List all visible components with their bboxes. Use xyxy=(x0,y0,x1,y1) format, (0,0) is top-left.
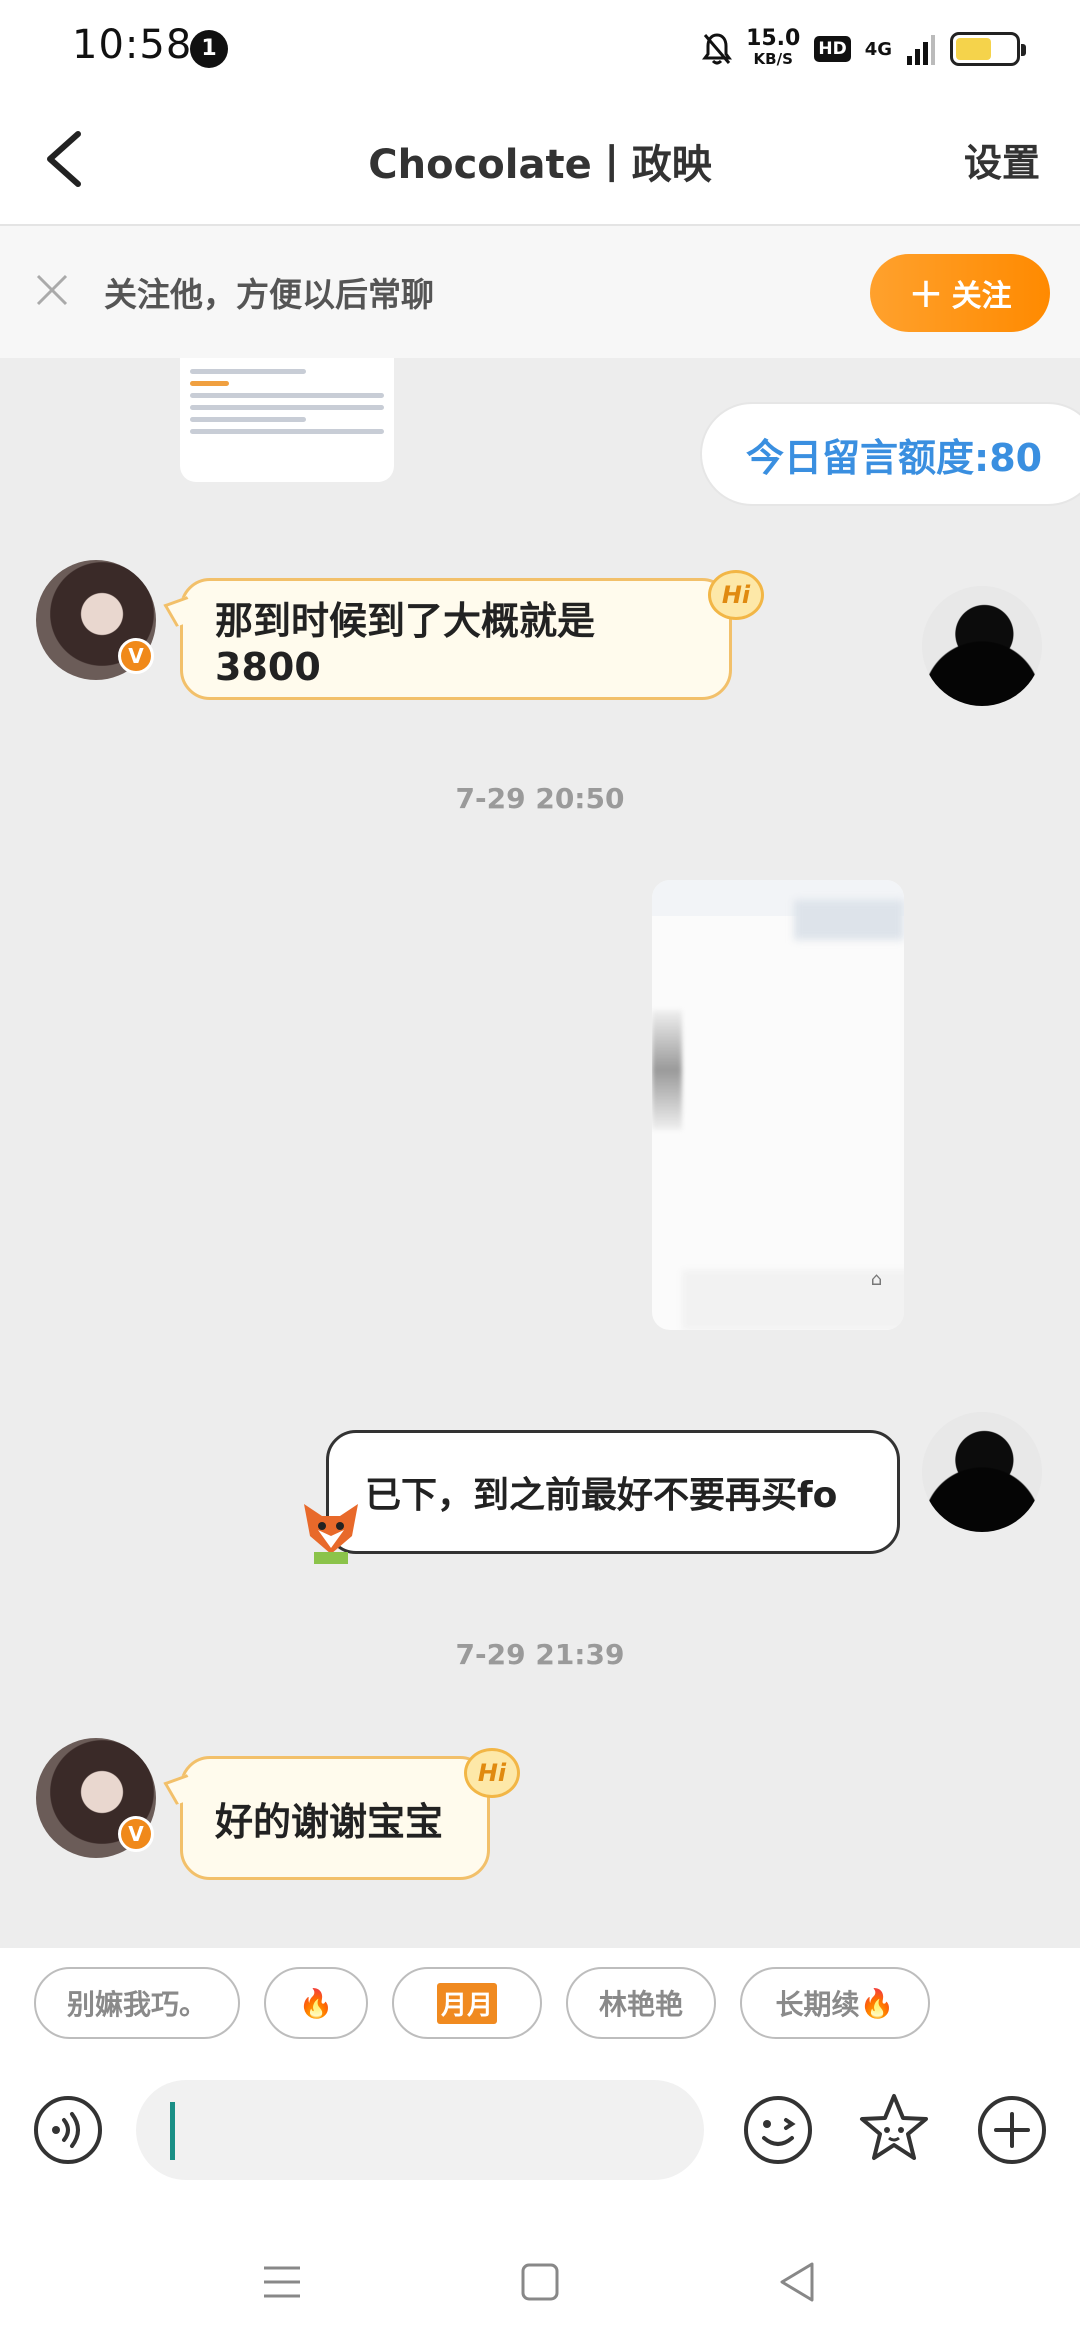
verified-badge: V xyxy=(118,1816,154,1852)
image-message-blurred[interactable]: ⌂ xyxy=(652,880,904,1330)
message-bubble-left[interactable]: 好的谢谢宝宝 xyxy=(180,1756,490,1880)
timestamp: 7-29 20:50 xyxy=(455,782,625,815)
message-text: 已下，到之前最好不要再买fo xyxy=(365,1475,838,1516)
chip-label: 月月 xyxy=(436,1982,497,2024)
thumb-line xyxy=(190,405,384,410)
page-title: Chocolate丨政映 xyxy=(368,142,712,188)
home-glyph-icon: ⌂ xyxy=(870,1269,882,1290)
thumb-line xyxy=(190,429,384,434)
follow-banner-text: 关注他，方便以后常聊 xyxy=(104,275,434,314)
status-bar: 10:58 1 15.0 KB/S HD 4G xyxy=(0,0,1080,96)
signal-type: 4G xyxy=(864,38,892,60)
back-triangle-icon[interactable] xyxy=(768,2252,828,2312)
follow-button[interactable]: + 关注 xyxy=(870,254,1050,332)
chip-label: 林艳艳 xyxy=(598,1988,683,2021)
quick-chip[interactable]: 林艳艳 xyxy=(566,1967,716,2039)
menu-icon[interactable] xyxy=(252,2252,312,2312)
image-message-partial[interactable] xyxy=(180,358,394,482)
blur-block xyxy=(652,1010,682,1130)
quick-chip[interactable]: 月月 xyxy=(392,1967,542,2039)
chip-label: 长期续 xyxy=(775,1988,860,2021)
message-bubble-right[interactable]: 已下，到之前最好不要再买fo xyxy=(326,1430,900,1554)
signal-icon xyxy=(907,35,935,65)
thumb-line xyxy=(190,369,307,374)
hd-badge: HD xyxy=(814,36,851,62)
thumb-line xyxy=(190,393,384,398)
notification-count-badge: 1 xyxy=(190,30,228,68)
follow-banner: 关注他，方便以后常聊 + 关注 xyxy=(0,226,1080,358)
hi-badge: Hi xyxy=(464,1748,520,1798)
my-avatar[interactable] xyxy=(922,586,1042,706)
quick-chip[interactable]: 长期续 🔥 xyxy=(740,1967,930,2039)
verified-badge: V xyxy=(118,638,154,674)
star-sticker-icon[interactable] xyxy=(858,2092,930,2164)
blur-block xyxy=(794,900,904,940)
close-icon[interactable] xyxy=(32,270,72,310)
battery-fill xyxy=(956,38,991,60)
message-quota-pill: 今日留言额度:80 xyxy=(700,402,1080,506)
quick-chip[interactable]: 🔥 xyxy=(264,1967,368,2039)
input-row xyxy=(0,2058,1080,2218)
thumb-line xyxy=(190,417,307,422)
fire-icon: 🔥 xyxy=(859,1986,895,2020)
network-speed-unit: KB/S xyxy=(753,50,793,68)
timestamp: 7-29 21:39 xyxy=(455,1638,625,1671)
message-bubble-left[interactable]: 那到时候到了大概就是3800 xyxy=(180,578,732,700)
home-square-icon[interactable] xyxy=(510,2252,570,2312)
quick-reply-chips: 别嫲我巧。 🔥 月月 林艳艳 长期续 🔥 xyxy=(0,1948,1080,2058)
message-input[interactable] xyxy=(136,2080,704,2180)
settings-button[interactable]: 设置 xyxy=(964,132,1040,187)
status-right-group: 15.0 KB/S HD 4G xyxy=(702,24,1026,74)
chip-label: 别嫲我巧。 xyxy=(66,1988,207,2021)
hi-badge: Hi xyxy=(708,570,764,620)
text-caret xyxy=(170,2102,175,2160)
quick-chip[interactable]: 别嫲我巧。 xyxy=(34,1967,240,2039)
network-speed: 15.0 KB/S xyxy=(746,26,801,69)
message-text: 那到时候到了大概就是3800 xyxy=(215,598,596,689)
message-text: 好的谢谢宝宝 xyxy=(215,1799,444,1844)
emoji-icon[interactable] xyxy=(742,2094,814,2166)
status-time: 10:58 xyxy=(72,22,193,68)
chat-header: Chocolate丨政映 设置 xyxy=(0,96,1080,226)
plus-circle-icon[interactable] xyxy=(976,2094,1048,2166)
my-avatar[interactable] xyxy=(922,1412,1042,1532)
network-speed-value: 15.0 xyxy=(746,26,801,51)
voice-icon[interactable] xyxy=(32,2094,104,2166)
chat-area[interactable]: 今日留言额度:80 V 那到时候到了大概就是3800 Hi 7-29 20:50… xyxy=(0,358,1080,1948)
battery-icon xyxy=(950,32,1026,66)
mute-bell-icon xyxy=(702,33,733,65)
thumb-line xyxy=(190,381,229,386)
system-nav-bar xyxy=(0,2218,1080,2340)
plus-icon: + xyxy=(908,268,944,317)
fire-icon: 🔥 xyxy=(298,1986,334,2020)
fox-sticker-icon xyxy=(304,1504,358,1564)
follow-button-label: 关注 xyxy=(951,279,1012,314)
